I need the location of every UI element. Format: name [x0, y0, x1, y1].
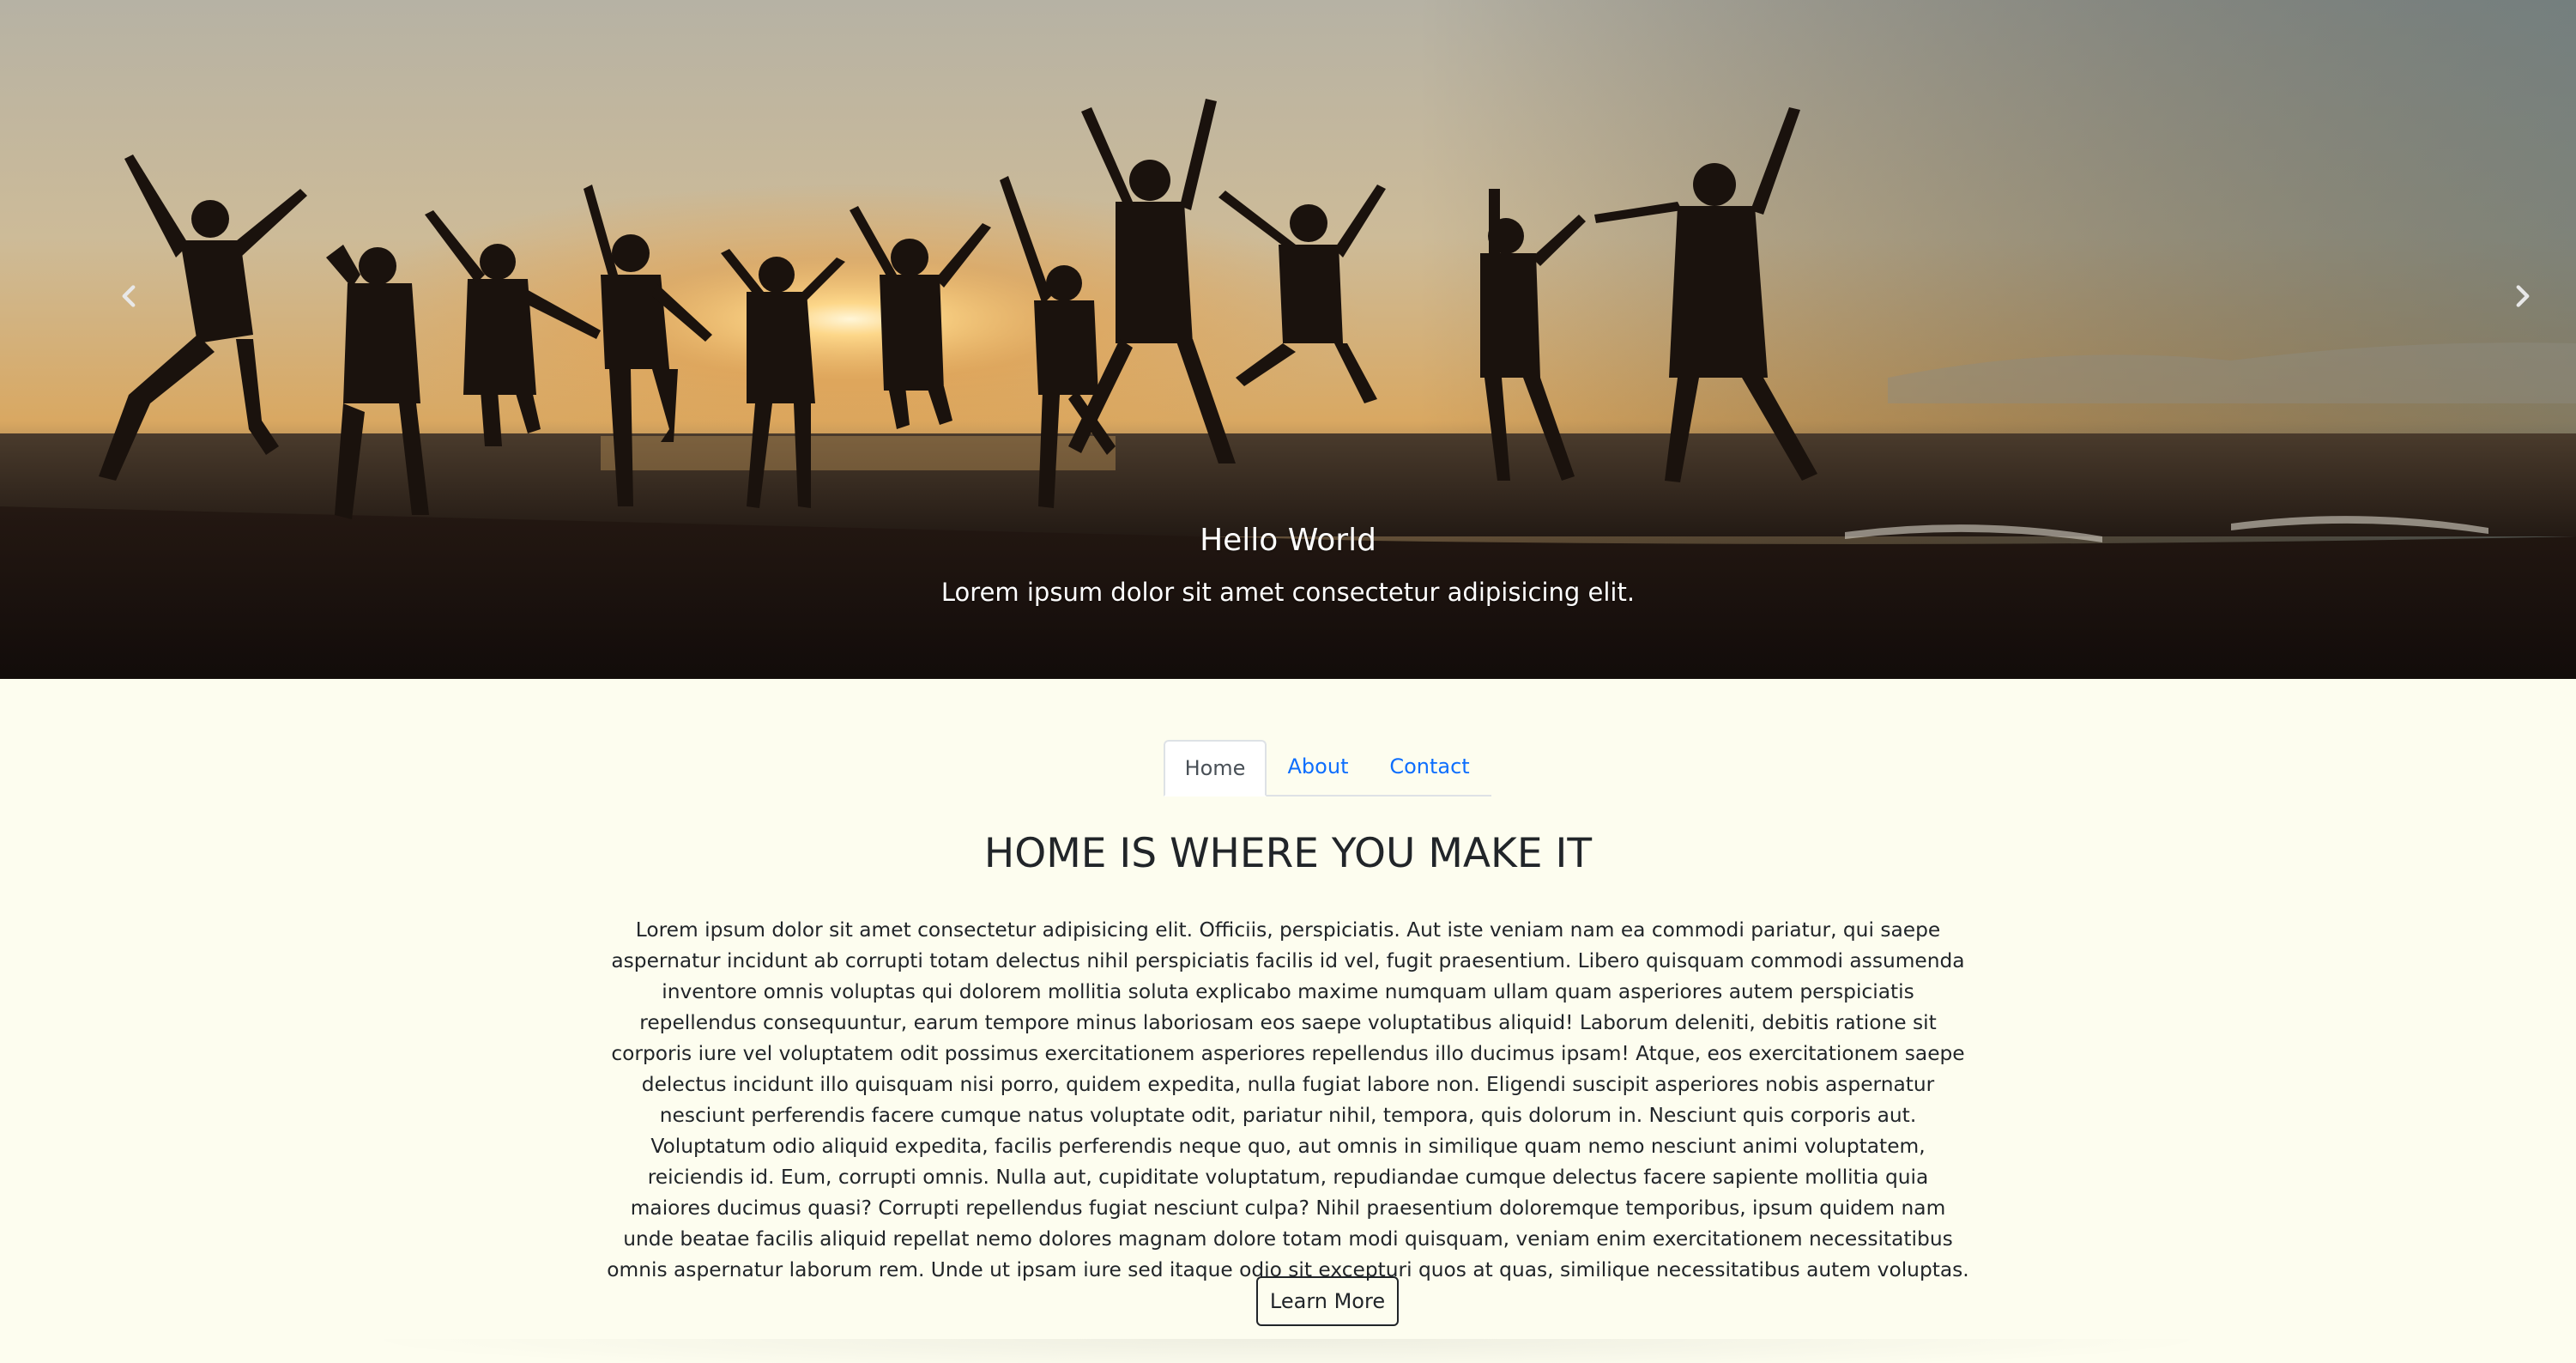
tab-home[interactable]: Home — [1164, 740, 1267, 797]
card-shadow — [343, 1339, 2231, 1363]
chevron-left-icon — [122, 285, 136, 307]
tab-about[interactable]: About — [1267, 740, 1370, 793]
carousel-next-button[interactable] — [2471, 257, 2574, 335]
page: Hello World Lorem ipsum dolor sit amet c… — [0, 0, 2576, 1363]
carousel-prev-button[interactable] — [77, 257, 180, 335]
page-heading: HOME IS WHERE YOU MAKE IT — [983, 830, 1593, 877]
hero-carousel: Hello World Lorem ipsum dolor sit amet c… — [0, 0, 2576, 679]
learn-more-button[interactable]: Learn More — [1256, 1276, 1399, 1326]
caption-title: Hello World — [1200, 523, 1376, 558]
body-paragraph: Lorem ipsum dolor sit amet consectetur a… — [607, 918, 1969, 1281]
tab-contact[interactable]: Contact — [1370, 740, 1490, 793]
chevron-right-icon — [2516, 285, 2530, 307]
carousel-caption: Hello World Lorem ipsum dolor sit amet c… — [0, 515, 2576, 609]
nav-tabs: Home About Contact — [1164, 740, 1491, 797]
caption-text: Lorem ipsum dolor sit amet consectetur a… — [940, 578, 1636, 607]
